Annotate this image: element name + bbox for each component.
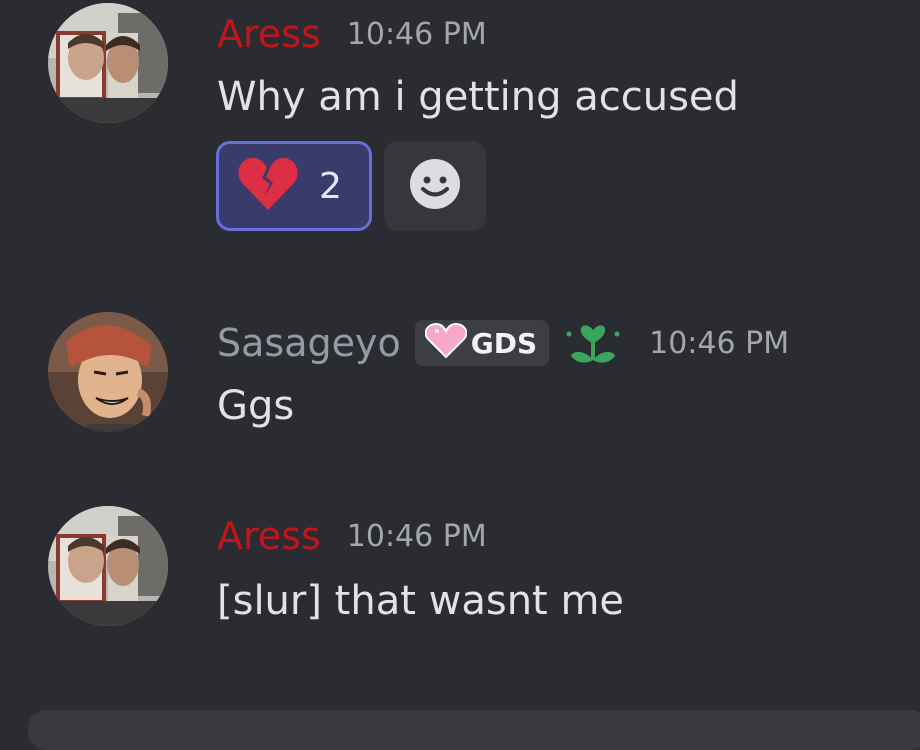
avatar-aress[interactable]: [48, 506, 168, 626]
avatar-aress-image: [48, 3, 168, 123]
reactions-bar: 2: [216, 141, 486, 231]
username[interactable]: Sasageyo: [217, 321, 401, 365]
green-flower-icon: [563, 316, 623, 370]
message-aress-1: Aress 10:46 PM Why am i getting accused …: [0, 0, 920, 260]
message-aress-2: Aress 10:46 PM [slur] that wasnt me: [0, 500, 920, 660]
message-content: Why am i getting accused: [217, 74, 739, 120]
avatar-aress-image: [48, 506, 168, 626]
message-header: Sasageyo GDS 10:46 PM: [217, 316, 789, 370]
avatar-sasageyo-image: [48, 312, 168, 432]
avatar-sasageyo[interactable]: [48, 312, 168, 432]
server-tag[interactable]: GDS: [414, 320, 550, 366]
add-reaction-button[interactable]: [384, 141, 486, 231]
pink-heart-icon: [424, 322, 468, 363]
broken-heart-icon: [237, 156, 299, 216]
message-header: Aress 10:46 PM: [217, 514, 487, 558]
avatar-aress[interactable]: [48, 3, 168, 123]
reaction-broken-heart[interactable]: 2: [216, 141, 372, 231]
timestamp: 10:46 PM: [649, 325, 790, 361]
message-content: [slur] that wasnt me: [217, 578, 625, 624]
message-composer[interactable]: [28, 710, 920, 750]
message-header: Aress 10:46 PM: [217, 12, 487, 56]
timestamp: 10:46 PM: [346, 16, 487, 52]
message-sasageyo: Sasageyo GDS 10:46 PM Ggs: [0, 300, 920, 460]
reaction-count: 2: [319, 165, 342, 207]
username[interactable]: Aress: [217, 514, 321, 558]
tag-label: GDS: [470, 326, 538, 360]
timestamp: 10:46 PM: [346, 518, 487, 554]
smile-icon: [409, 158, 461, 214]
username[interactable]: Aress: [217, 12, 321, 56]
message-content: Ggs: [217, 383, 295, 429]
